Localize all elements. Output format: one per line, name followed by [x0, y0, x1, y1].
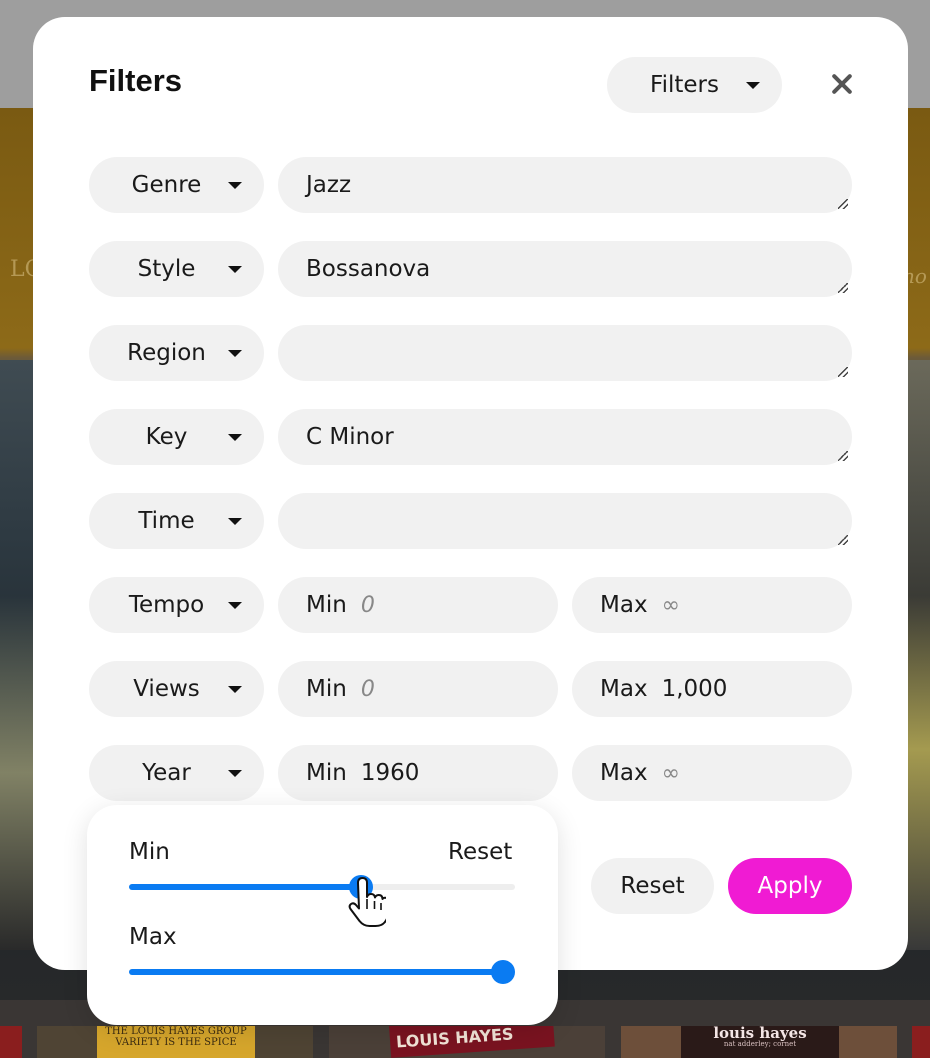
caret-down-icon [228, 350, 242, 357]
max-slider-track[interactable] [129, 960, 516, 984]
album-cover-title: louis hayes nat adderley; cornet [681, 1026, 839, 1058]
modal-title: Filters [89, 63, 183, 98]
range-select-views[interactable]: Views [89, 661, 264, 717]
field-select-genre[interactable]: Genre [89, 157, 264, 213]
min-placeholder: 0 [360, 676, 375, 702]
album-cover-title: LOUIS HAYES [389, 1026, 555, 1058]
slider-min-label: Min [129, 839, 170, 865]
field-select-region[interactable]: Region [89, 325, 264, 381]
max-label: Max [600, 760, 648, 786]
field-input-style[interactable]: Bossanova [278, 241, 852, 297]
album-cover-title: THE LOUIS HAYES GROUP VARIETY IS THE SPI… [97, 1026, 255, 1058]
max-label: Max [600, 592, 648, 618]
field-select-label: Tempo [128, 592, 205, 618]
caret-down-icon [746, 82, 760, 89]
caret-down-icon [228, 518, 242, 525]
field-input-key[interactable]: C Minor [278, 409, 852, 465]
field-select-style[interactable]: Style [89, 241, 264, 297]
field-value-text: C Minor [306, 424, 394, 450]
field-select-time[interactable]: Time [89, 493, 264, 549]
min-slider-fill [129, 884, 361, 890]
year-range-popover: Min Reset Max [87, 805, 558, 1025]
background-image-left [0, 360, 34, 950]
field-select-label: Year [142, 760, 191, 786]
min-label: Min [306, 592, 347, 618]
min-label: Min [306, 760, 347, 786]
album-card[interactable]: louis hayes nat adderley; cornet [621, 1026, 897, 1058]
album-card[interactable]: THE LOUIS HAYES GROUP VARIETY IS THE SPI… [37, 1026, 313, 1058]
slider-reset-link[interactable]: Reset [448, 839, 512, 865]
caret-down-icon [228, 434, 242, 441]
year-max-input[interactable]: Max ∞ [572, 745, 852, 801]
field-select-label: Time [138, 508, 195, 534]
min-value: 1960 [360, 760, 420, 786]
resize-handle-icon[interactable] [838, 199, 848, 209]
field-select-label: Genre [131, 172, 202, 198]
min-slider-track[interactable] [129, 875, 515, 899]
background-image-right [906, 360, 930, 950]
min-placeholder: 0 [360, 592, 375, 618]
field-select-label: Views [133, 676, 200, 702]
field-input-time[interactable] [278, 493, 852, 549]
filters-preset-select[interactable]: Filters [607, 57, 782, 113]
field-input-region[interactable] [278, 325, 852, 381]
album-cover-partial [0, 1026, 22, 1058]
filters-preset-label: Filters [650, 72, 719, 98]
views-max-input[interactable]: Max 1,000 [572, 661, 852, 717]
apply-button[interactable]: Apply [728, 858, 852, 914]
hand-pointer-cursor-icon [348, 877, 386, 927]
caret-down-icon [228, 686, 242, 693]
max-value: 1,000 [661, 676, 728, 702]
max-label: Max [600, 676, 648, 702]
resize-handle-icon[interactable] [838, 535, 848, 545]
max-slider-thumb[interactable] [491, 960, 516, 984]
field-value-text: Jazz [306, 172, 352, 198]
field-value-text: Bossanova [306, 256, 431, 282]
caret-down-icon [228, 266, 242, 273]
year-min-input[interactable]: Min 1960 [278, 745, 558, 801]
caret-down-icon [228, 602, 242, 609]
album-credit: nat adderley; cornet [723, 1040, 797, 1048]
slider-max-label: Max [129, 924, 177, 950]
max-placeholder: ∞ [661, 592, 680, 618]
tempo-max-input[interactable]: Max ∞ [572, 577, 852, 633]
max-placeholder: ∞ [661, 760, 680, 786]
resize-handle-icon[interactable] [838, 451, 848, 461]
range-select-tempo[interactable]: Tempo [89, 577, 264, 633]
views-min-input[interactable]: Min 0 [278, 661, 558, 717]
max-slider-fill [129, 969, 504, 975]
album-cover-partial [912, 1026, 930, 1058]
resize-handle-icon[interactable] [838, 367, 848, 377]
reset-button[interactable]: Reset [591, 858, 714, 914]
field-select-label: Key [145, 424, 188, 450]
album-card[interactable]: LOUIS HAYES [329, 1026, 605, 1058]
field-select-label: Region [127, 340, 206, 366]
field-input-genre[interactable]: Jazz [278, 157, 852, 213]
min-label: Min [306, 676, 347, 702]
field-select-key[interactable]: Key [89, 409, 264, 465]
tempo-min-input[interactable]: Min 0 [278, 577, 558, 633]
resize-handle-icon[interactable] [838, 283, 848, 293]
caret-down-icon [228, 182, 242, 189]
range-select-year[interactable]: Year [89, 745, 264, 801]
close-icon[interactable] [829, 71, 855, 97]
field-select-label: Style [137, 256, 196, 282]
caret-down-icon [228, 770, 242, 777]
